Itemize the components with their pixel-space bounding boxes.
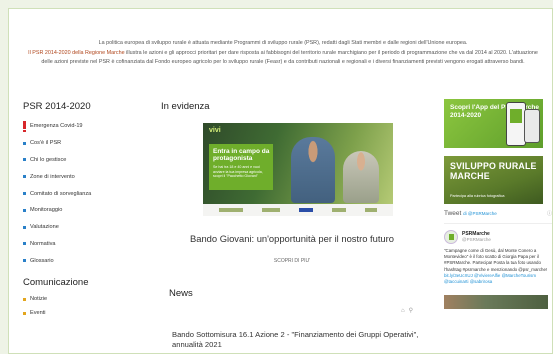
phone-icon xyxy=(506,102,526,146)
logo-icon xyxy=(332,208,347,212)
bullet-icon xyxy=(23,141,26,145)
sidebar-item-label: Glossario xyxy=(30,257,54,264)
tweet-handle: @PSRMarche xyxy=(462,237,491,242)
logos-strip xyxy=(203,204,393,216)
bullet-icon xyxy=(23,208,26,212)
sidebar-item-label: Zone di intervento xyxy=(30,173,75,180)
news-item-title[interactable]: Bando Sottomisura 16.1 Azione 2 - "Finan… xyxy=(172,330,422,350)
logo-icon xyxy=(365,208,378,212)
intro-text: La politica europea di sviluppo rurale è… xyxy=(23,39,543,67)
phone-icon xyxy=(524,109,540,143)
sidebar: PSR 2014-2020 Emergenza Covid-19 Cos'è i… xyxy=(23,101,147,320)
news-tools: ⌂ ⚲ xyxy=(401,307,417,314)
twitter-header: Tweet di @PSRMarche ⓘ xyxy=(444,210,552,217)
exclamation-icon xyxy=(23,120,26,132)
tweet-text: "Campagne come di Gesù, dal Monte Conero… xyxy=(444,248,552,285)
sidebar-item-comitato[interactable]: Comitato di sorveglianza xyxy=(23,185,147,202)
hero-brand: vivi xyxy=(209,127,221,134)
logo-icon xyxy=(218,208,243,212)
bullet-icon xyxy=(23,225,26,229)
comunicazione-nav: Notizie Eventi xyxy=(23,292,147,320)
sidebar-item-label: Comitato di sorveglianza xyxy=(30,190,92,197)
news-title: News xyxy=(169,288,193,299)
sidebar-item-eventi[interactable]: Eventi xyxy=(23,306,147,320)
sidebar-item-label: Chi lo gestisce xyxy=(30,156,67,163)
scopri-link[interactable]: SCOPRI DI PIU' xyxy=(161,258,423,264)
bullet-icon xyxy=(23,297,26,301)
sviluppo-banner[interactable]: SVILUPPO RURALE MARCHE Partecipa alla ru… xyxy=(444,156,543,204)
sidebar-item-chi-lo-gestisce[interactable]: Chi lo gestisce xyxy=(23,152,147,169)
bullet-icon xyxy=(23,259,26,263)
right-column: Scopri l'App del PSR Marche 2014-2020 SV… xyxy=(444,99,552,310)
sidebar-item-label: Cos'è il PSR xyxy=(30,140,62,147)
tweet-body: "Campagne come di Gesù, dal Monte Conero… xyxy=(444,248,548,272)
sviluppo-banner-text: SVILUPPO RURALE MARCHE xyxy=(450,161,537,181)
sidebar-item-label: Emergenza Covid-19 xyxy=(30,123,83,130)
evidenza-title: In evidenza xyxy=(161,101,210,112)
intro-line-1: La politica europea di sviluppo rurale è… xyxy=(98,40,468,46)
sidebar-item-covid[interactable]: Emergenza Covid-19 xyxy=(23,118,147,135)
sidebar-item-zone[interactable]: Zone di intervento xyxy=(23,168,147,185)
sidebar-item-monitoraggio[interactable]: Monitoraggio xyxy=(23,202,147,219)
tweet: PSRMarche @PSRMarche "Campagne come di G… xyxy=(444,223,552,310)
sidebar-item-label: Monitoraggio xyxy=(30,207,63,214)
bullet-icon xyxy=(23,192,26,196)
sidebar-item-valutazione[interactable]: Valutazione xyxy=(23,219,147,236)
sidebar-nav: Emergenza Covid-19 Cos'è il PSR Chi lo g… xyxy=(23,118,147,269)
farmer-image xyxy=(343,151,379,203)
page-frame: La politica europea di sviluppo rurale è… xyxy=(8,8,553,354)
bullet-icon xyxy=(23,175,26,179)
sidebar-item-glossario[interactable]: Glossario xyxy=(23,252,147,269)
sidebar-item-label: Normativa xyxy=(30,240,56,247)
hero-banner[interactable]: vivi Entra in campo da protagonista Se h… xyxy=(203,123,393,216)
eu-flag-icon xyxy=(298,208,313,212)
tweets-label: Tweet xyxy=(444,210,462,217)
intro-line-2: Il PSR 2014-2020 della Regione Marche il… xyxy=(23,49,543,67)
comunicazione-title: Comunicazione xyxy=(23,277,89,289)
intro-highlight[interactable]: Il PSR 2014-2020 della Regione Marche xyxy=(28,50,125,56)
home-icon[interactable]: ⌂ xyxy=(401,308,405,314)
info-icon[interactable]: ⓘ xyxy=(547,210,552,217)
avatar xyxy=(444,230,458,244)
bullet-icon xyxy=(23,158,26,162)
bullet-icon xyxy=(23,311,26,315)
hero-card: Entra in campo da protagonista Se hai tr… xyxy=(209,144,273,190)
bullet-icon xyxy=(23,242,26,246)
tweets-by[interactable]: di @PSRMarche xyxy=(463,211,497,216)
hero-card-text: Se hai tra 18 e 40 anni e vuoi avviare l… xyxy=(213,165,263,179)
sidebar-item-label: Notizie xyxy=(30,296,48,303)
tweet-image[interactable] xyxy=(444,295,548,310)
sidebar-item-notizie[interactable]: Notizie xyxy=(23,292,147,306)
app-banner[interactable]: Scopri l'App del PSR Marche 2014-2020 xyxy=(444,99,543,148)
tweet-user[interactable]: PSRMarche @PSRMarche xyxy=(444,230,552,244)
sidebar-item-label: Valutazione xyxy=(30,224,59,231)
hero-caption[interactable]: Bando Giovani: un'opportunità per il nos… xyxy=(161,233,423,244)
hero-card-title: Entra in campo da protagonista xyxy=(213,148,270,162)
main-column: In evidenza vivi Entra in campo da prota… xyxy=(161,101,423,349)
farmer-image xyxy=(291,137,335,203)
sidebar-item-label: Eventi xyxy=(30,310,46,317)
tweet-links[interactable]: bit.ly/3eUcXUJ @ViviereAlfie @MarcheTour… xyxy=(444,273,536,284)
sidebar-title: PSR 2014-2020 xyxy=(23,101,91,112)
logo-icon xyxy=(261,208,280,212)
sidebar-item-normativa[interactable]: Normativa xyxy=(23,236,147,253)
sidebar-item-cose-il-psr[interactable]: Cos'è il PSR xyxy=(23,135,147,152)
search-icon[interactable]: ⚲ xyxy=(409,308,413,314)
sviluppo-banner-sub: Partecipa alla rubrica fotografica xyxy=(450,194,505,198)
